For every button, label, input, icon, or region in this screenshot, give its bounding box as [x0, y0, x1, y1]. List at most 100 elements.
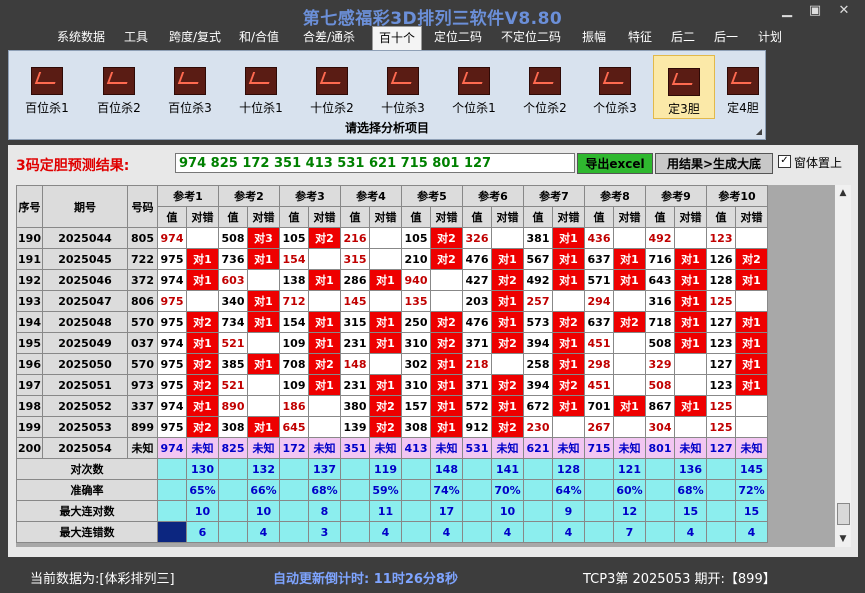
stats-value-cell: 4: [369, 521, 402, 543]
pending-value-cell: 974: [157, 437, 187, 459]
ref-check-cell: [613, 332, 646, 354]
stats-filler-cell: [523, 479, 553, 501]
scroll-up-icon[interactable]: ▲: [835, 185, 851, 201]
menu-3[interactable]: 跨度/复式: [164, 26, 226, 48]
ref-check-cell: 对1: [491, 248, 524, 270]
ribbon-button-6[interactable]: 十位杀3: [373, 55, 433, 117]
ref-check-cell: 对2: [552, 374, 585, 396]
ref-value-cell: 645: [279, 416, 309, 438]
seq-cell: 196: [16, 353, 43, 375]
table-row[interactable]: 195 2025049 037 974 对1 521 109 对1 231 对1 310 对2 371 对…: [16, 332, 768, 354]
ref-value-cell: 571: [584, 269, 614, 291]
stats-value-cell: 65%: [186, 479, 219, 501]
export-excel-button[interactable]: 导出excel: [577, 153, 653, 174]
ref-value-cell: 974: [157, 269, 187, 291]
pending-check-cell: 未知: [491, 437, 524, 459]
table-row[interactable]: 198 2025052 337 974 对1 890 186 380 对2 157 对1 572 对1 6…: [16, 395, 768, 417]
pending-value-cell: 413: [401, 437, 431, 459]
check-header: 对错: [430, 206, 463, 228]
menu-12[interactable]: 后一: [708, 26, 744, 48]
menu-9[interactable]: 振幅: [575, 26, 613, 48]
ref-check-cell: 对2: [186, 374, 219, 396]
ref-value-cell: 127: [706, 311, 736, 333]
pending-value-cell: 531: [462, 437, 492, 459]
ref-group-header: 参考6: [462, 185, 524, 207]
menu-5[interactable]: 合差/通杀: [297, 26, 361, 48]
ribbon-button-label: 个位杀2: [523, 101, 567, 115]
ribbon-button-2[interactable]: 百位杀2: [89, 55, 149, 117]
chart-icon: [668, 68, 700, 96]
ref-check-cell: [735, 227, 768, 249]
check-header: 对错: [369, 206, 402, 228]
scroll-thumb[interactable]: [837, 503, 850, 525]
ref-check-cell: [613, 374, 646, 396]
ribbon-button-3[interactable]: 百位杀3: [160, 55, 220, 117]
close-button[interactable]: ✕: [833, 2, 855, 20]
menu-10[interactable]: 特征: [621, 26, 659, 48]
ribbon-expand-icon[interactable]: ◢: [756, 127, 762, 136]
ribbon-button-label: 定3胆: [668, 102, 700, 116]
ref-value-cell: 109: [279, 332, 309, 354]
menu-7[interactable]: 定位二码: [428, 26, 488, 48]
stats-value-cell: 130: [186, 458, 219, 480]
ref-value-cell: 230: [523, 416, 553, 438]
stats-value-cell: 145: [735, 458, 768, 480]
ref-check-cell: 对1: [247, 416, 280, 438]
menu-2[interactable]: 工具: [120, 26, 152, 48]
table-row[interactable]: 192 2025046 372 974 对1 603 138 对1 286 对1 940 427 对2 4…: [16, 269, 768, 291]
chart-icon: [245, 67, 277, 95]
stats-value-cell: 10: [247, 500, 280, 522]
menu-8[interactable]: 不定位二码: [494, 26, 568, 48]
ribbon-button-4[interactable]: 十位杀1: [231, 55, 291, 117]
title-bar: 第七感福彩3D排列三软件V8.80 ▁ ▣ ✕: [0, 0, 865, 29]
ribbon-button-9[interactable]: 个位杀3: [585, 55, 645, 117]
ref-check-cell: 对1: [552, 227, 585, 249]
pending-row[interactable]: 200 2025054 未知 974 未知 825 未知 172 未知 351 未知 413 未知 531…: [16, 437, 768, 459]
table-row[interactable]: 194 2025048 570 975 对2 734 对1 154 对1 315 对1 250 对2 47…: [16, 311, 768, 333]
ref-value-cell: 210: [401, 248, 431, 270]
menu-11[interactable]: 后二: [665, 26, 701, 48]
topmost-checkbox[interactable]: ✓: [778, 155, 791, 168]
stats-filler-cell: [401, 458, 431, 480]
table-row[interactable]: 193 2025047 806 975 340 对1 712 145 135 203 对1 257 29…: [16, 290, 768, 312]
ribbon-button-10[interactable]: 定3胆: [653, 55, 715, 119]
scroll-down-icon[interactable]: ▼: [835, 531, 851, 547]
menu-1[interactable]: 系统数据: [53, 26, 109, 48]
menu-13[interactable]: 计划: [752, 26, 788, 48]
generate-base-button[interactable]: 用结果>生成大底: [655, 153, 773, 174]
stats-filler-cell: [218, 479, 248, 501]
ribbon-button-5[interactable]: 十位杀2: [302, 55, 362, 117]
table-row[interactable]: 199 2025053 899 975 对2 308 对1 645 139 对2 308 对1 912 对…: [16, 416, 768, 438]
ribbon-button-1[interactable]: 百位杀1: [17, 55, 77, 117]
table-row[interactable]: 191 2025045 722 975 对1 736 对1 154 315 210 对2 476 对1 5…: [16, 248, 768, 270]
ref-check-cell: 对1: [369, 374, 402, 396]
ribbon-button-11[interactable]: 定4胆: [713, 55, 773, 117]
stats-value-cell: 72%: [735, 479, 768, 501]
ref-check-cell: [308, 248, 341, 270]
stats-filler-cell: [401, 521, 431, 543]
table-row[interactable]: 197 2025051 973 975 对2 521 109 对1 231 对1 310 对1 371 对…: [16, 374, 768, 396]
stats-value-cell: 4: [491, 521, 524, 543]
pending-check-cell: 未知: [430, 437, 463, 459]
stats-filler-cell: [584, 521, 614, 543]
result-field[interactable]: 974 825 172 351 413 531 621 715 801 127: [175, 153, 575, 173]
table-row[interactable]: 190 2025044 805 974 508 对3 105 对2 216 105 对2 326 381…: [16, 227, 768, 249]
ref-check-cell: 对1: [552, 353, 585, 375]
maximize-button[interactable]: ▣: [804, 2, 826, 20]
minimize-button[interactable]: ▁: [776, 2, 798, 20]
vertical-scrollbar[interactable]: ▲ ▼: [834, 185, 851, 547]
menu-6[interactable]: 百十个: [372, 26, 422, 50]
stats-label: 最大连对数: [16, 500, 158, 522]
ribbon-button-8[interactable]: 个位杀2: [515, 55, 575, 117]
ref-value-cell: 329: [645, 353, 675, 375]
menu-4[interactable]: 和/合值: [236, 26, 282, 48]
ref-group-header: 参考4: [340, 185, 402, 207]
ribbon-button-7[interactable]: 个位杀1: [444, 55, 504, 117]
stats-filler-cell: [157, 500, 187, 522]
stats-value-cell: 8: [308, 500, 341, 522]
table-row[interactable]: 196 2025050 570 975 对2 385 对1 708 对2 148 302 对1 218 2…: [16, 353, 768, 375]
ref-value-cell: 974: [157, 332, 187, 354]
ref-check-cell: 对2: [735, 248, 768, 270]
period-cell: 2025048: [42, 311, 128, 333]
ref-check-cell: 对2: [430, 311, 463, 333]
